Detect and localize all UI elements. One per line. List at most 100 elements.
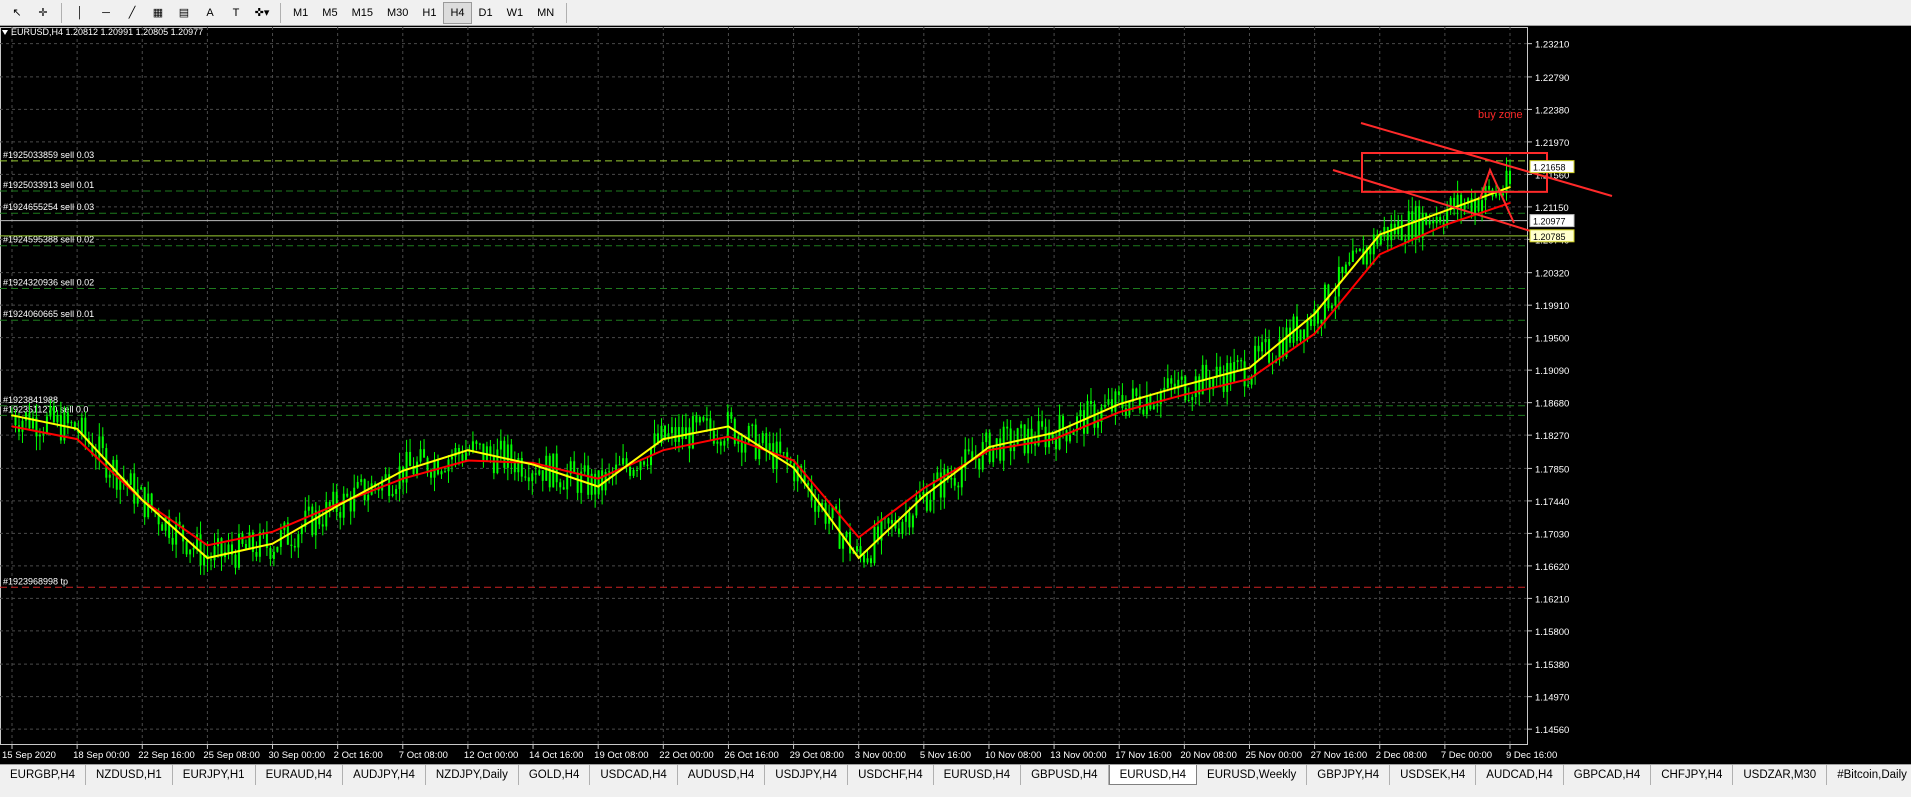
candle-body xyxy=(108,474,111,478)
chart-tab[interactable]: USDCAD,H4 xyxy=(590,765,678,785)
candle-body xyxy=(461,454,464,461)
ma-fast-point xyxy=(76,427,78,430)
price-tag-label: 1.21658 xyxy=(1533,163,1566,173)
chart-tab[interactable]: USDJPY,H4 xyxy=(765,765,849,785)
cursor-icon[interactable]: ↖ xyxy=(4,2,30,24)
price-axis-label: 1.18270 xyxy=(1535,431,1569,442)
candle-body xyxy=(999,438,1002,461)
candle-body xyxy=(1135,388,1138,397)
candle-body xyxy=(1226,363,1229,392)
candle-body xyxy=(534,473,537,475)
chart-tab[interactable]: CHFJPY,H4 xyxy=(1651,765,1734,785)
candle-body xyxy=(356,481,359,488)
chart-tab[interactable]: EURAUD,H4 xyxy=(256,765,344,785)
candle-body xyxy=(297,534,300,548)
fibonacci-icon[interactable]: ▦ xyxy=(145,2,171,24)
text-icon[interactable]: A xyxy=(197,2,223,24)
time-axis-label: 22 Sep 16:00 xyxy=(138,750,195,761)
candle-body xyxy=(1236,360,1239,363)
candle-body xyxy=(1027,428,1030,454)
chart-tab[interactable]: GOLD,H4 xyxy=(519,765,591,785)
candle-body xyxy=(140,487,143,490)
chart-tab[interactable]: EURUSD,H4 xyxy=(934,765,1022,785)
candle-body xyxy=(1191,397,1194,401)
shapes-dropdown-icon[interactable]: ✜▾ xyxy=(249,2,275,24)
chart-canvas[interactable]: 1.232101.227901.223801.219701.215601.211… xyxy=(0,27,1911,764)
candle-body xyxy=(684,427,687,440)
candle-body xyxy=(1240,360,1243,362)
ma-slow-point xyxy=(401,477,404,480)
time-axis-label: 27 Nov 16:00 xyxy=(1311,750,1368,761)
timeframe-m5-button[interactable]: M5 xyxy=(315,2,344,24)
candle-body xyxy=(541,470,544,481)
candle-body xyxy=(24,412,27,421)
time-axis-label: 13 Nov 00:00 xyxy=(1050,750,1107,761)
candle-body xyxy=(513,462,516,473)
candle-body xyxy=(953,478,956,486)
candle-body xyxy=(1187,400,1190,402)
timeframe-m15-button[interactable]: M15 xyxy=(345,2,380,24)
ma-fast-point xyxy=(1053,431,1055,434)
chart-tab[interactable]: AUDJPY,H4 xyxy=(343,765,426,785)
chart-tab[interactable]: EURUSD,Weekly xyxy=(1197,765,1308,785)
chart-tab[interactable]: EURUSD,H4 xyxy=(1108,765,1198,785)
candle-body xyxy=(967,449,970,452)
price-axis-label: 1.15800 xyxy=(1535,627,1569,638)
chart-tab[interactable]: NZDJPY,Daily xyxy=(426,765,519,785)
chart-tab[interactable]: EURJPY,H1 xyxy=(173,765,256,785)
chart-tab[interactable]: GBPCAD,H4 xyxy=(1564,765,1652,785)
candle-body xyxy=(395,489,398,494)
candle-body xyxy=(1041,421,1044,427)
chart-tab[interactable]: NZDUSD,H1 xyxy=(86,765,173,785)
price-axis-label: 1.15380 xyxy=(1535,660,1569,671)
chart-tab[interactable]: AUDCAD,H4 xyxy=(1476,765,1564,785)
candle-body xyxy=(1379,234,1382,245)
chart-tab[interactable]: EURGBP,H4 xyxy=(0,765,86,785)
candle-body xyxy=(751,424,754,426)
chart-tab[interactable]: USDCHF,H4 xyxy=(848,765,934,785)
trendline-icon[interactable]: ╱ xyxy=(119,2,145,24)
candle-body xyxy=(307,506,310,511)
candle-body xyxy=(1006,426,1009,429)
candle-body xyxy=(978,458,981,470)
timeframe-mn-button[interactable]: MN xyxy=(530,2,561,24)
chart-tab[interactable]: AUDUSD,H4 xyxy=(678,765,766,785)
candle-body xyxy=(629,467,632,476)
candle-body xyxy=(370,483,373,495)
candle-body xyxy=(1069,434,1072,442)
candle-body xyxy=(66,412,69,424)
timeframe-m1-button[interactable]: M1 xyxy=(286,2,315,24)
toolbar-separator xyxy=(61,2,62,23)
timeframe-d1-button[interactable]: D1 xyxy=(472,2,500,24)
candle-body xyxy=(1096,422,1099,428)
crosshair-icon[interactable]: ✛ xyxy=(30,2,56,24)
toolbar-separator xyxy=(280,2,281,23)
timeframe-h1-button[interactable]: H1 xyxy=(415,2,443,24)
ma-slow-point xyxy=(727,435,730,438)
vertical-line-icon[interactable]: │ xyxy=(67,2,93,24)
candle-body xyxy=(1065,430,1068,442)
chart-tab[interactable]: #Bitcoin,Daily xyxy=(1827,765,1911,785)
timeframe-w1-button[interactable]: W1 xyxy=(500,2,531,24)
price-axis-label: 1.17030 xyxy=(1535,529,1569,540)
text-label-icon[interactable]: T xyxy=(223,2,249,24)
chart-tab[interactable]: GBPUSD,H4 xyxy=(1021,765,1109,785)
ma-fast-point xyxy=(662,438,665,440)
timeframe-h4-button[interactable]: H4 xyxy=(443,1,472,24)
ma-fast-point xyxy=(1183,384,1186,387)
price-chart[interactable]: 1.23210 1.22790 1.22380 1.21970 1.21560 1.211… xyxy=(0,27,1911,764)
candle-body xyxy=(1117,391,1120,395)
candle-body xyxy=(901,521,904,535)
horizontal-line-icon[interactable]: ─ xyxy=(93,2,119,24)
time-axis-label: 22 Oct 00:00 xyxy=(659,750,713,761)
time-axis-label: 19 Oct 08:00 xyxy=(594,750,648,761)
fibonacci-fan-icon[interactable]: ▤ xyxy=(171,2,197,24)
timeframe-m30-button[interactable]: M30 xyxy=(380,2,415,24)
candle-body xyxy=(293,546,296,548)
candle-body xyxy=(1302,329,1305,340)
chart-tab[interactable]: USDSEK,H4 xyxy=(1390,765,1477,785)
chart-tab[interactable]: USDZAR,M30 xyxy=(1733,765,1828,785)
ma-slow-point xyxy=(76,438,78,440)
chart-tab[interactable]: GBPJPY,H4 xyxy=(1307,765,1391,785)
ma-fast-point xyxy=(336,504,339,507)
